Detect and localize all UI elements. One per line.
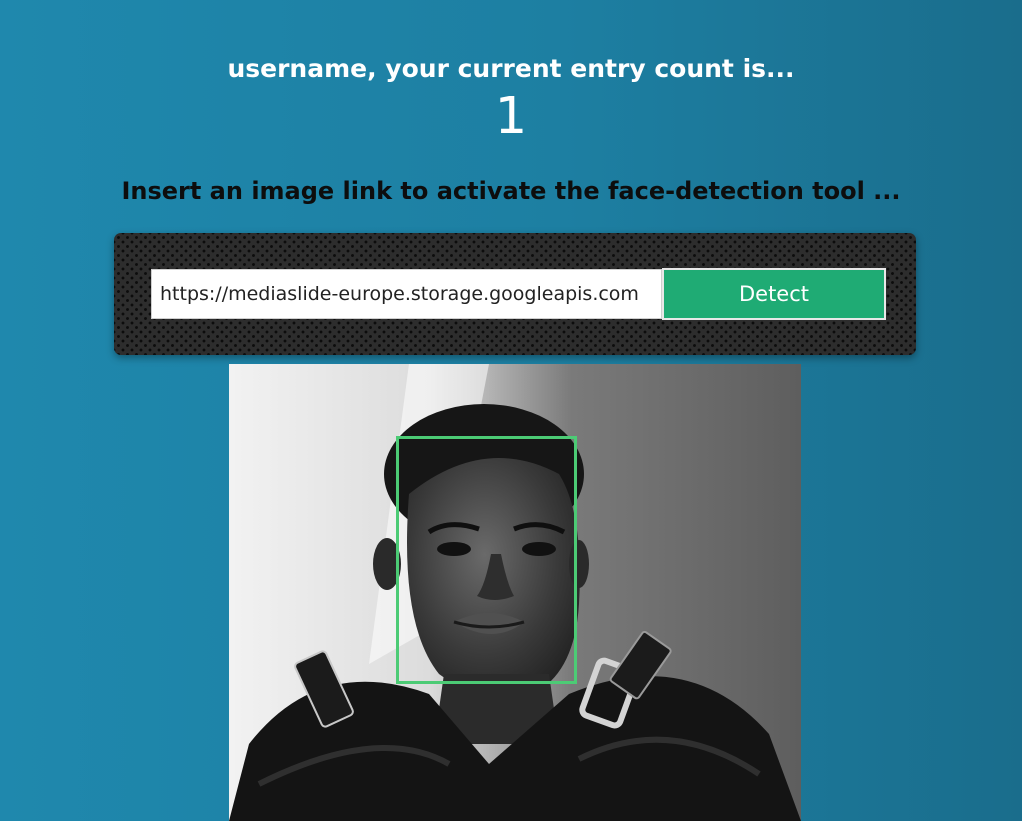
instruction-text: Insert an image link to activate the fac… bbox=[121, 177, 901, 205]
detected-image-frame bbox=[229, 364, 801, 821]
detect-button[interactable]: Detect bbox=[662, 268, 886, 320]
entry-count: 1 bbox=[494, 87, 528, 146]
face-detection-box bbox=[396, 436, 577, 684]
image-link-form: Detect bbox=[114, 233, 916, 355]
image-url-input[interactable] bbox=[151, 269, 662, 319]
greeting-text: username, your current entry count is... bbox=[227, 54, 795, 83]
